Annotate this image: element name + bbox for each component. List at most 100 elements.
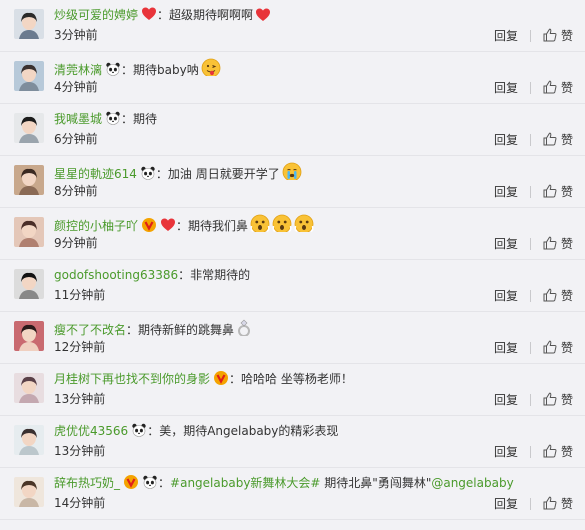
avatar[interactable] xyxy=(14,165,44,195)
heart-icon xyxy=(141,6,157,24)
comment-time: 14分钟前 xyxy=(54,496,106,510)
panda-icon xyxy=(140,165,156,180)
action-divider xyxy=(529,238,531,250)
username-link[interactable]: 炒级可爱的娉婷 xyxy=(54,8,138,22)
username-link[interactable]: 辞布热巧奶_ xyxy=(54,476,120,490)
comment-row: 星星的軌迹614 ：加油 周日就要开学了 8分钟前 回复 赞 xyxy=(0,156,585,208)
username-link[interactable]: 星星的軌迹614 xyxy=(54,167,137,180)
username-link[interactable]: 虎优优43566 xyxy=(54,424,128,438)
avatar[interactable] xyxy=(14,217,44,247)
like-label: 赞 xyxy=(560,289,573,303)
action-divider xyxy=(529,394,531,406)
reply-button[interactable]: 回复 xyxy=(494,185,518,199)
comment-text: 哈哈哈 坐等杨老师！ xyxy=(241,372,353,386)
comment-hashtag[interactable]: #angelababy新舞林大会# xyxy=(170,476,320,490)
tongue-face-icon xyxy=(201,58,221,76)
comment-text: 超级期待啊啊啊 xyxy=(169,8,254,22)
avatar[interactable] xyxy=(14,269,44,299)
comment-actions: 回复 赞 xyxy=(494,28,573,44)
reply-button[interactable]: 回复 xyxy=(494,341,518,355)
avatar[interactable] xyxy=(14,477,44,507)
colon-separator: ： xyxy=(126,323,139,336)
panda-icon xyxy=(131,422,147,440)
reply-button[interactable]: 回复 xyxy=(494,497,518,511)
action-divider xyxy=(529,446,531,458)
heart-icon xyxy=(255,7,271,24)
action-divider xyxy=(529,82,531,94)
username-link[interactable]: 瘦不了不改名 xyxy=(54,323,126,336)
comment-time: 13分钟前 xyxy=(54,392,106,406)
comment-actions: 回复 赞 xyxy=(494,496,573,512)
thumbs-up-icon xyxy=(543,444,561,461)
avatar[interactable] xyxy=(14,373,44,403)
reply-button[interactable]: 回复 xyxy=(494,289,518,303)
shocked-face-icon xyxy=(250,214,270,232)
shocked-face-icon xyxy=(294,214,314,232)
like-button[interactable]: 赞 xyxy=(543,288,573,305)
like-button[interactable]: 赞 xyxy=(543,392,573,409)
thumbs-up-icon xyxy=(543,132,561,149)
colon-separator: ： xyxy=(158,476,171,490)
like-button[interactable]: 赞 xyxy=(543,444,573,461)
comment-line: 月桂树下再也找不到你的身影 ：哈哈哈 坐等杨老师！ xyxy=(54,370,575,388)
like-label: 赞 xyxy=(560,237,573,251)
reply-button[interactable]: 回复 xyxy=(494,81,518,95)
thumbs-up-icon xyxy=(543,80,561,97)
panda-icon xyxy=(105,61,121,76)
comment-line: 瘦不了不改名：期待新鲜的跳舞鼻 xyxy=(54,318,575,336)
comment-line: 虎优优43566 ：美，期待Angelababy的精彩表现 xyxy=(54,422,575,440)
username-link[interactable]: 清莞林漓 xyxy=(54,63,102,76)
like-button[interactable]: 赞 xyxy=(543,80,573,97)
avatar[interactable] xyxy=(14,9,44,39)
comment-actions: 回复 赞 xyxy=(494,444,573,460)
comment-line: 颜控的小柚子吖 ：期待我们鼻 xyxy=(54,214,575,232)
comment-actions: 回复 赞 xyxy=(494,132,573,148)
reply-button[interactable]: 回复 xyxy=(494,445,518,459)
comment-line: 辞布热巧奶_ ：#angelababy新舞林大会# 期待北鼻"勇闯舞林"@ange… xyxy=(54,474,575,492)
comment-line: 清莞林漓 ：期待baby呐 xyxy=(54,58,575,76)
action-divider xyxy=(529,290,531,302)
vip-icon xyxy=(123,474,139,492)
reply-button[interactable]: 回复 xyxy=(494,29,518,43)
comment-time: 4分钟前 xyxy=(54,80,98,94)
username-link[interactable]: 颜控的小柚子吖 xyxy=(54,219,138,232)
comment-text: 期待我们鼻 xyxy=(188,219,249,232)
reply-button[interactable]: 回复 xyxy=(494,237,518,251)
comment-row: 我喊墨城 ：期待 6分钟前 回复 赞 xyxy=(0,104,585,156)
username-link[interactable]: godofshooting63386 xyxy=(54,268,178,282)
reply-button[interactable]: 回复 xyxy=(494,133,518,147)
reply-button[interactable]: 回复 xyxy=(494,393,518,407)
username-link[interactable]: 我喊墨城 xyxy=(54,112,102,126)
like-button[interactable]: 赞 xyxy=(543,340,573,357)
colon-separator: ： xyxy=(121,63,134,76)
like-button[interactable]: 赞 xyxy=(543,184,573,201)
comment-line: 星星的軌迹614 ：加油 周日就要开学了 xyxy=(54,162,575,180)
comment-time: 9分钟前 xyxy=(54,236,98,250)
comment-row: 颜控的小柚子吖 ：期待我们鼻 9分钟前 回复 赞 xyxy=(0,208,585,260)
comment-actions: 回复 赞 xyxy=(494,236,573,252)
vip-icon xyxy=(141,217,157,232)
thumbs-up-icon xyxy=(543,496,561,513)
like-button[interactable]: 赞 xyxy=(543,132,573,149)
comment-actions: 回复 赞 xyxy=(494,340,573,356)
avatar[interactable] xyxy=(14,321,44,351)
action-divider xyxy=(529,186,531,198)
avatar[interactable] xyxy=(14,113,44,143)
comment-text: 期待北鼻"勇闯舞林" xyxy=(320,476,432,490)
like-button[interactable]: 赞 xyxy=(543,236,573,253)
like-label: 赞 xyxy=(560,341,573,355)
comment-mention[interactable]: @angelababy xyxy=(431,476,513,490)
action-divider xyxy=(529,134,531,146)
like-button[interactable]: 赞 xyxy=(543,28,573,45)
colon-separator: ： xyxy=(176,219,189,232)
username-link[interactable]: 月桂树下再也找不到你的身影 xyxy=(54,372,210,386)
comment-text: 非常期待的 xyxy=(190,268,251,282)
like-button[interactable]: 赞 xyxy=(543,496,573,513)
heart-icon xyxy=(160,217,176,232)
comment-line: godofshooting63386：非常期待的 xyxy=(54,266,575,284)
avatar[interactable] xyxy=(14,425,44,455)
comment-actions: 回复 赞 xyxy=(494,80,573,96)
like-label: 赞 xyxy=(560,185,573,199)
colon-separator: ： xyxy=(121,112,134,126)
avatar[interactable] xyxy=(14,61,44,91)
